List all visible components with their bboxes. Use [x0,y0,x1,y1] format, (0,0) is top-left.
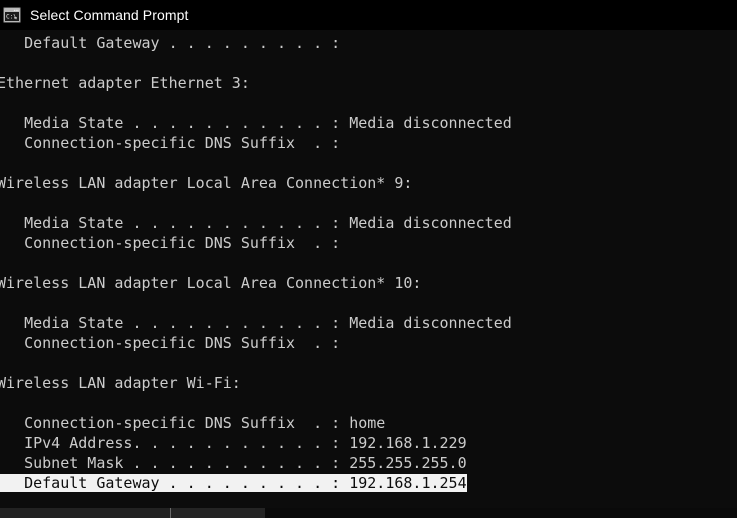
console-line-list: Default Gateway . . . . . . . . . : Ethe… [0,33,737,508]
taskbar-middle-segment[interactable] [171,508,265,518]
console-text: Connection-specific DNS Suffix . : [0,234,341,252]
console-text: Connection-specific DNS Suffix . : [0,134,341,152]
console-output-area[interactable]: Default Gateway . . . . . . . . . : Ethe… [0,30,737,508]
console-line [0,253,737,273]
console-text: Connection-specific DNS Suffix . : home [0,414,386,432]
console-line [0,493,737,508]
console-text: Ethernet adapter Ethernet 3: [0,74,250,92]
console-line: Ethernet adapter Ethernet 3: [0,73,737,93]
console-line: Wireless LAN adapter Local Area Connecti… [0,273,737,293]
window-title: Select Command Prompt [30,7,189,23]
console-line: Wireless LAN adapter Local Area Connecti… [0,173,737,193]
console-text: Media State . . . . . . . . . . . : Medi… [0,114,512,132]
console-text: Wireless LAN adapter Local Area Connecti… [0,274,422,292]
console-text: Connection-specific DNS Suffix . : [0,334,341,352]
console-line: Default Gateway . . . . . . . . . : 192.… [0,473,737,493]
console-line: Wireless LAN adapter Wi-Fi: [0,373,737,393]
taskbar-left-segment[interactable] [0,508,170,518]
svg-text:C:\: C:\ [6,14,17,21]
console-line: Connection-specific DNS Suffix . : [0,133,737,153]
console-line [0,393,737,413]
console-line: Default Gateway . . . . . . . . . : [0,33,737,53]
console-line [0,193,737,213]
console-line: Media State . . . . . . . . . . . : Medi… [0,313,737,333]
console-text: Default Gateway . . . . . . . . . : [0,34,341,52]
console-line [0,53,737,73]
console-line [0,93,737,113]
console-line: Connection-specific DNS Suffix . : home [0,413,737,433]
console-line: IPv4 Address. . . . . . . . . . . : 192.… [0,433,737,453]
console-text: Wireless LAN adapter Wi-Fi: [0,374,241,392]
console-line: Subnet Mask . . . . . . . . . . . : 255.… [0,453,737,473]
cmd-icon: C:\ [3,6,21,24]
console-text: Subnet Mask . . . . . . . . . . . : 255.… [0,454,467,472]
console-line: Media State . . . . . . . . . . . : Medi… [0,213,737,233]
taskbar-sliver[interactable] [0,508,737,518]
console-line: Media State . . . . . . . . . . . : Medi… [0,113,737,133]
console-line [0,353,737,373]
console-text: Media State . . . . . . . . . . . : Medi… [0,214,512,232]
console-text: IPv4 Address. . . . . . . . . . . : 192.… [0,434,467,452]
console-line: Connection-specific DNS Suffix . : [0,333,737,353]
title-bar[interactable]: C:\ Select Command Prompt [0,0,737,30]
console-text: Wireless LAN adapter Local Area Connecti… [0,174,413,192]
selected-text[interactable]: Default Gateway . . . . . . . . . : 192.… [0,474,467,492]
command-prompt-window: C:\ Select Command Prompt Default Gatewa… [0,0,737,518]
console-line [0,153,737,173]
console-text: Media State . . . . . . . . . . . : Medi… [0,314,512,332]
taskbar-right-segment[interactable] [265,508,737,518]
console-line [0,293,737,313]
console-line: Connection-specific DNS Suffix . : [0,233,737,253]
